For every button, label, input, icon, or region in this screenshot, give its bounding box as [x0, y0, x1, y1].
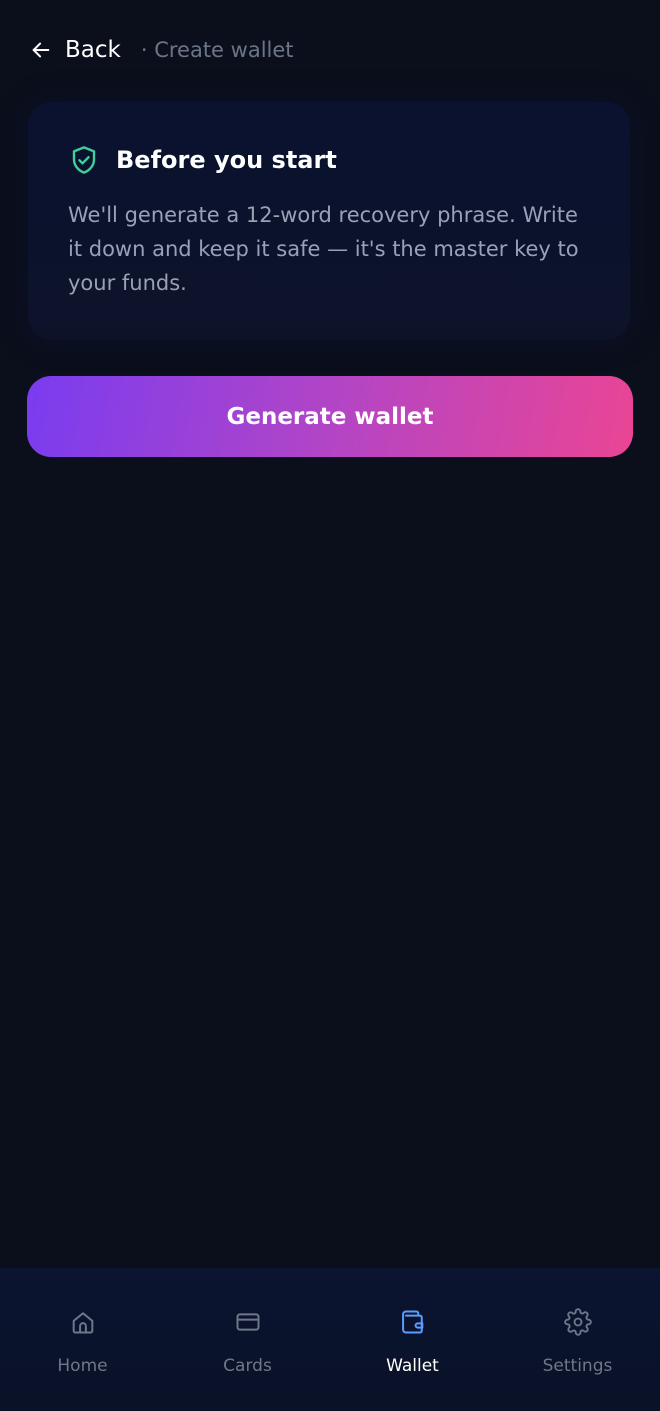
nav-label-cards: Cards — [223, 1356, 272, 1376]
home-icon — [72, 1312, 93, 1334]
bottom-nav: Home Cards Wallet Settings — [0, 1268, 660, 1411]
arrow-left-icon — [32, 42, 50, 58]
back-label: Back — [65, 37, 121, 63]
nav-item-wallet[interactable]: Wallet — [330, 1268, 495, 1411]
wallet-icon — [401, 1310, 423, 1334]
card-icon — [236, 1313, 259, 1331]
back-button[interactable]: Back — [30, 37, 121, 63]
gear-icon — [563, 1308, 592, 1336]
nav-item-settings[interactable]: Settings — [495, 1268, 660, 1411]
generate-wallet-button[interactable]: Generate wallet — [27, 376, 633, 457]
nav-label-home: Home — [57, 1356, 108, 1376]
card-header: Before you start — [68, 144, 592, 176]
nav-label-wallet: Wallet — [386, 1356, 439, 1376]
nav-label-settings: Settings — [542, 1356, 613, 1376]
create-wallet-screen: Back · Create wallet Before you start We… — [0, 0, 660, 1411]
nav-item-cards[interactable]: Cards — [165, 1268, 330, 1411]
shield-check-icon — [72, 146, 96, 174]
card-body-text: We'll generate a 12-word recovery phrase… — [68, 203, 579, 295]
top-bar: Back · Create wallet — [0, 0, 660, 100]
nav-item-home[interactable]: Home — [0, 1268, 165, 1411]
card-title: Before you start — [116, 146, 337, 174]
info-card: Before you start We'll generate a 12-wor… — [28, 102, 630, 340]
breadcrumb: · Create wallet — [140, 38, 294, 62]
